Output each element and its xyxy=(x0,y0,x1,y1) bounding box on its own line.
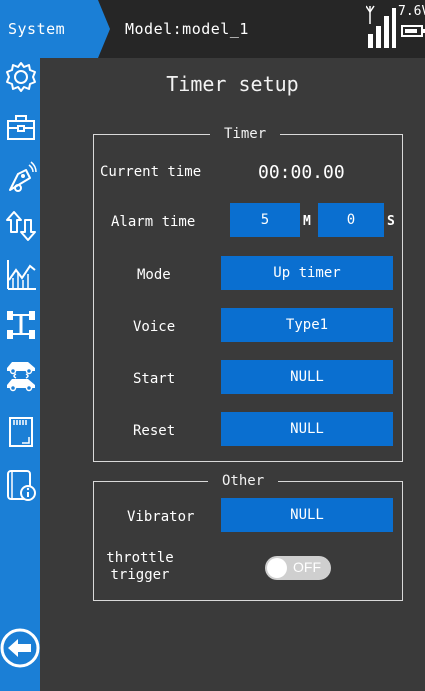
updown-arrows-icon[interactable] xyxy=(4,208,38,242)
vibrator-label: Vibrator xyxy=(127,509,195,525)
system-tab[interactable]: System xyxy=(0,0,110,58)
seconds-unit: S xyxy=(387,214,395,229)
mode-label: Mode xyxy=(137,267,171,283)
alarm-seconds-field[interactable]: 0 xyxy=(318,203,384,237)
battery-voltage: 7.6V xyxy=(398,4,425,19)
alarm-minutes-field[interactable]: 5 xyxy=(230,203,300,237)
back-arrow-icon[interactable] xyxy=(0,628,40,668)
sidebar xyxy=(0,58,40,691)
other-group-title: Other xyxy=(208,473,279,489)
system-tab-label: System xyxy=(8,20,66,38)
chart-icon[interactable] xyxy=(4,258,38,292)
toolbox-icon[interactable] xyxy=(4,110,38,144)
alarm-time-label: Alarm time xyxy=(111,214,196,230)
model-name: Model:model_1 xyxy=(125,20,249,38)
throttle-trigger-label-line2: trigger xyxy=(110,567,170,583)
gear-icon[interactable] xyxy=(4,60,38,94)
voice-select[interactable]: Type1 xyxy=(221,308,393,342)
info-doc-icon[interactable] xyxy=(4,468,38,502)
current-time-value: 00:00.00 xyxy=(258,162,345,183)
mode-select[interactable]: Up timer xyxy=(221,256,393,290)
chassis-icon[interactable] xyxy=(4,308,38,342)
vibrator-select[interactable]: NULL xyxy=(221,498,393,532)
page-title: Timer setup xyxy=(166,72,299,96)
toggle-knob xyxy=(267,558,287,578)
throttle-trigger-toggle[interactable]: OFF xyxy=(265,556,331,580)
battery-icon xyxy=(401,25,425,37)
transmitter-icon[interactable] xyxy=(4,160,38,194)
toggle-state-text: OFF xyxy=(293,559,321,575)
voice-label: Voice xyxy=(133,319,176,335)
sd-card-icon[interactable] xyxy=(4,415,38,449)
start-label: Start xyxy=(133,371,176,387)
minutes-unit: M xyxy=(303,214,311,229)
status-bar: System Model:model_1 7.6V xyxy=(0,0,425,58)
car-swap-icon[interactable] xyxy=(4,358,38,392)
current-time-label: Current time xyxy=(100,164,202,180)
timer-group-title: Timer xyxy=(210,126,281,142)
reset-label: Reset xyxy=(133,423,176,439)
start-switch-select[interactable]: NULL xyxy=(221,360,393,394)
signal-strength-icon xyxy=(366,5,396,48)
reset-switch-select[interactable]: NULL xyxy=(221,412,393,446)
throttle-trigger-label-line1: throttle xyxy=(106,550,174,566)
